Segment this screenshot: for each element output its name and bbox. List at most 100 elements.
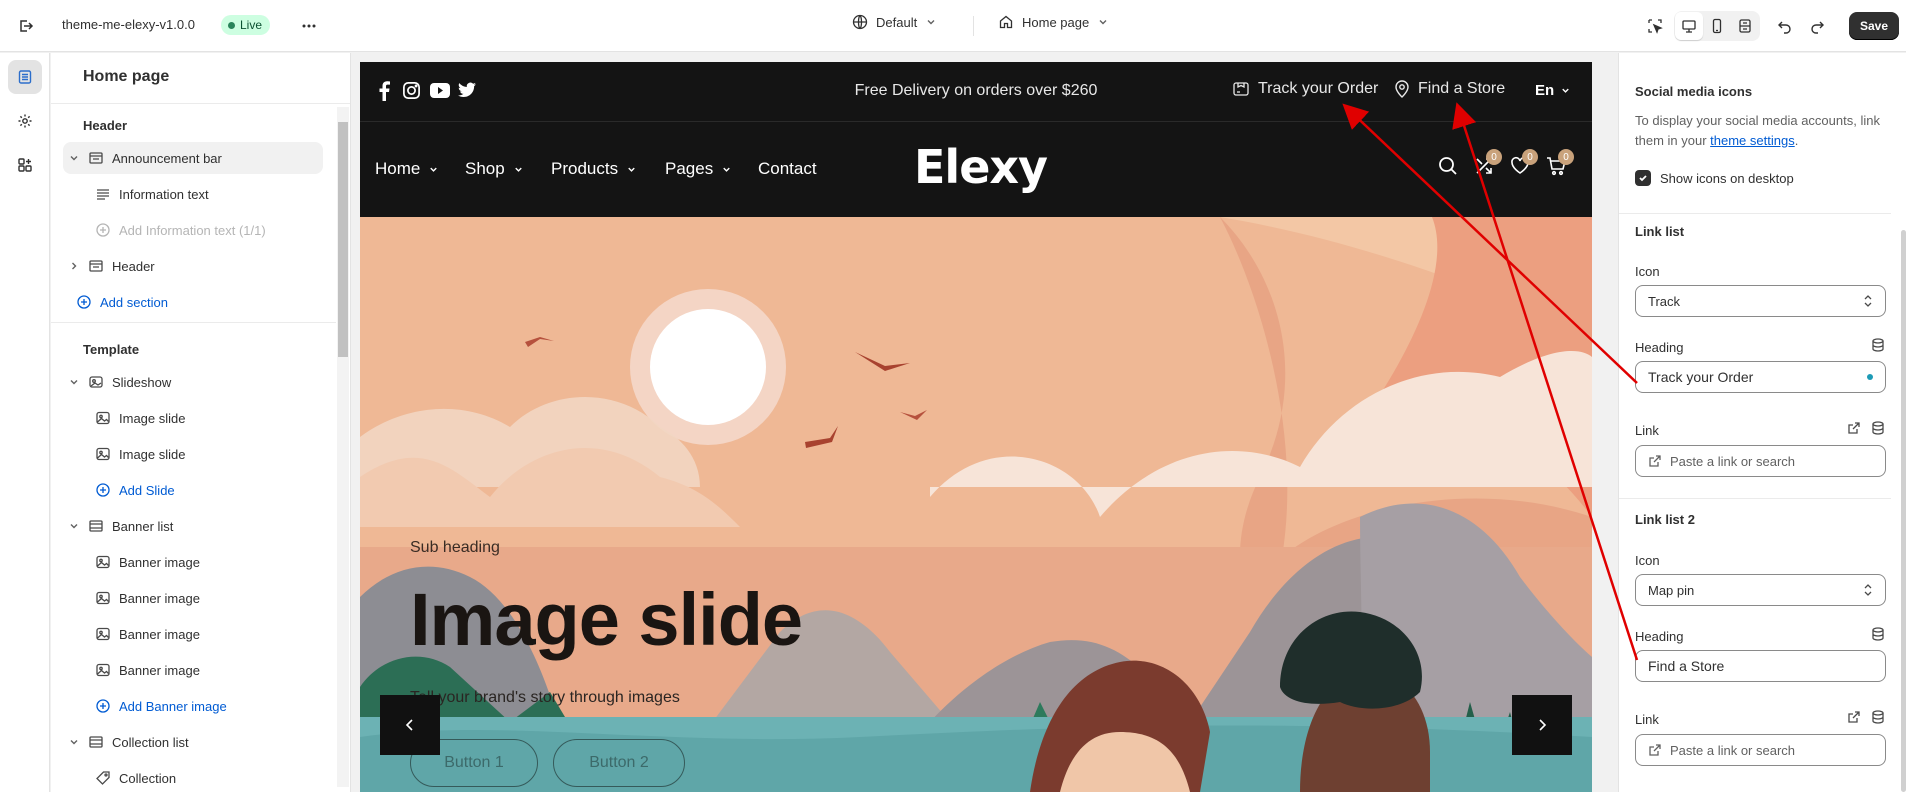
inspector-cursor-icon[interactable] [1641,12,1669,40]
block-image-slide[interactable]: Image slide [63,402,323,434]
apps-icon[interactable] [8,148,42,182]
undo-icon[interactable] [1771,12,1799,40]
icon-select[interactable]: Track [1635,285,1886,317]
heading-input[interactable]: Track your Order [1635,361,1886,393]
external-link-icon[interactable] [1847,710,1861,724]
block-label: Banner image [119,590,200,606]
sidebar-scrollbar[interactable] [337,107,349,787]
redo-icon[interactable] [1803,12,1831,40]
section-collection-list[interactable]: Collection list [63,726,323,758]
block-banner-image[interactable]: Banner image [63,582,323,614]
theme-settings-link[interactable]: theme settings [1710,133,1795,148]
external-link-icon[interactable] [1847,421,1861,435]
language-selector[interactable]: En [1535,82,1571,99]
image-icon [95,410,111,426]
link-input[interactable]: Paste a link or search [1635,445,1886,477]
block-information-text[interactable]: Information text [63,178,323,210]
icon-label: Icon [1635,553,1660,568]
chevron-down-icon[interactable] [68,520,82,532]
section-label: Banner list [112,518,174,534]
divider [51,322,336,323]
sections-icon[interactable] [8,60,42,94]
chevron-down-icon[interactable] [68,736,82,748]
block-banner-image[interactable]: Banner image [63,618,323,650]
nav-home[interactable]: Home [375,159,439,179]
chevron-down-icon [628,167,635,172]
add-slide-button[interactable]: Add Slide [63,474,323,506]
social-help-text: To display your social media accounts, l… [1635,111,1885,151]
nav-shop[interactable]: Shop [465,159,524,179]
exit-icon[interactable] [12,12,40,40]
dynamic-source-icon[interactable] [1871,627,1885,641]
block-label: Collection [119,770,177,786]
icon-select[interactable]: Map pin [1635,574,1886,606]
page-selector[interactable]: Home page [998,14,1109,30]
block-label: Banner image [119,626,200,642]
save-button[interactable]: Save [1849,12,1899,40]
chevron-down-icon[interactable] [68,152,82,164]
hero-title: Image slide [410,578,803,661]
add-banner-image-button[interactable]: Add Banner image [63,690,323,722]
compare-icon[interactable]: 0 [1474,149,1502,176]
cart-icon[interactable]: 0 [1546,149,1574,176]
fullscreen-view-icon[interactable] [1731,12,1759,40]
wishlist-heart-icon[interactable]: 0 [1510,149,1538,176]
section-slideshow[interactable]: Slideshow [63,366,323,398]
add-section-button[interactable]: Add section [63,286,323,318]
add-information-text-button[interactable]: Add Information text (1/1) [63,214,323,246]
viewport-toggle [1674,11,1760,41]
slide-prev-arrow-icon[interactable] [380,695,440,755]
scrollbar-thumb[interactable] [338,122,348,357]
link-out-icon [1649,455,1661,467]
settings-gear-icon[interactable] [8,104,42,138]
chevron-down-icon [723,167,730,172]
nav-label: Home [375,159,421,178]
block-collection[interactable]: Collection [63,762,323,792]
announcement-bar[interactable]: Free Delivery on orders over $260 Track … [360,62,1592,121]
nav-label: Shop [465,159,505,178]
link-input[interactable]: Paste a link or search [1635,734,1886,766]
block-banner-image[interactable]: Banner image [63,654,323,686]
nav-contact[interactable]: Contact [758,159,817,179]
more-actions-icon[interactable] [295,12,323,40]
block-label: Information text [119,186,209,202]
nav-products[interactable]: Products [551,159,637,179]
dynamic-source-icon[interactable] [1871,710,1885,724]
nav-label: Pages [665,159,714,178]
hero-slideshow[interactable]: Sub heading Image slide Tell your brand'… [360,217,1592,792]
link-list-2-heading: Link list 2 [1635,512,1695,527]
link-out-icon [1649,744,1661,756]
tag-icon [95,770,111,786]
image-icon [95,554,111,570]
track-order-link[interactable]: Track your Order [1232,80,1378,98]
link-placeholder: Paste a link or search [1670,742,1796,758]
desktop-view-icon[interactable] [1675,12,1703,40]
show-icons-checkbox[interactable] [1635,170,1651,186]
settings-scrollbar[interactable] [1901,230,1906,792]
text-block-icon [95,186,111,202]
hero-button-2[interactable]: Button 2 [553,739,685,787]
chevron-right-icon[interactable] [68,260,82,272]
nav-label: Products [551,159,619,178]
chevron-down-icon[interactable] [68,376,82,388]
slide-next-arrow-icon[interactable] [1512,695,1572,755]
left-rail [0,53,50,792]
section-announcement-bar[interactable]: Announcement bar [63,142,323,174]
block-banner-image[interactable]: Banner image [63,546,323,578]
dynamic-source-icon[interactable] [1871,421,1885,435]
search-icon[interactable] [1438,156,1458,176]
heading-input[interactable]: Find a Store [1635,650,1886,682]
mobile-view-icon[interactable] [1703,12,1731,40]
store-logo[interactable]: Elexy [914,140,1048,194]
chevron-down-icon [927,20,935,25]
section-banner-list[interactable]: Banner list [63,510,323,542]
select-arrows-icon [1864,584,1872,596]
dynamic-source-icon[interactable] [1871,338,1885,352]
block-image-slide[interactable]: Image slide [63,438,323,470]
section-header[interactable]: Header [63,250,323,282]
nav-pages[interactable]: Pages [665,159,732,179]
find-store-link[interactable]: Find a Store [1394,80,1505,98]
theme-selector[interactable]: Default [852,14,937,30]
block-label: Image slide [119,446,186,462]
link-label: Link [1635,423,1659,438]
